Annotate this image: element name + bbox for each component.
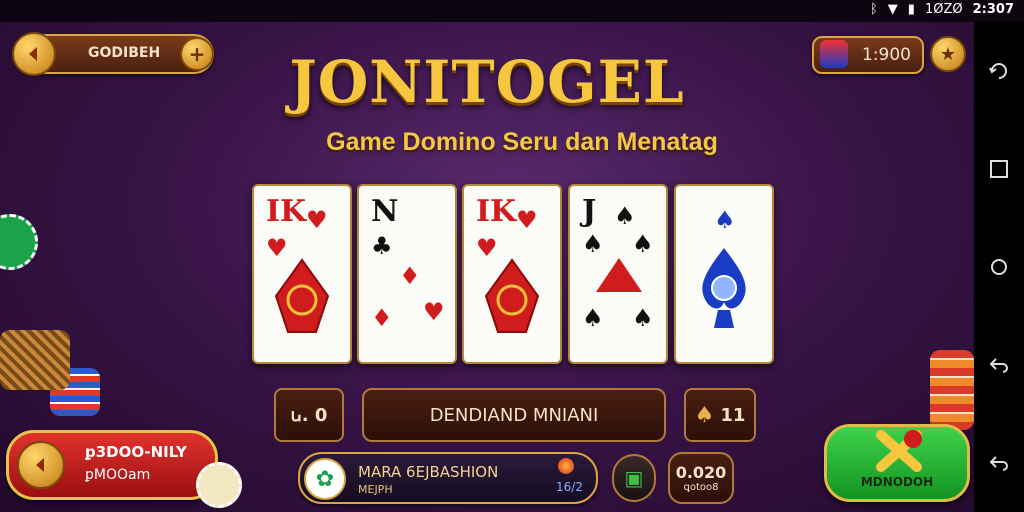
bet-left-box[interactable]: ꭎ. 0 <box>274 388 344 442</box>
battery-text: 1ØZØ <box>924 2 963 17</box>
wifi-icon: ▼ <box>887 2 898 17</box>
card-rank: IK <box>476 194 517 229</box>
card-emblem <box>596 258 642 292</box>
back-icon-2[interactable] <box>984 448 1014 478</box>
heart-icon: ♥ <box>306 206 328 234</box>
spade-icon: ♠ <box>614 202 636 230</box>
bet-right-box[interactable]: ♠ 11 <box>684 388 756 442</box>
player-badge: 16/2 <box>556 480 583 494</box>
basket-graphic <box>0 330 70 390</box>
play-button[interactable]: MDNODOH <box>824 424 970 502</box>
spade-icon: ♠ <box>582 230 604 258</box>
counter-box: 0.020 ꝗotoo8 <box>668 452 734 504</box>
game-title: JONITOGEL <box>289 48 685 116</box>
counter-sub: ꝗotoo8 <box>683 482 719 493</box>
playing-card-1[interactable]: IK ♥ ♥ <box>252 184 352 364</box>
battery-icon: ▮ <box>907 2 915 17</box>
center-action-label: DENDIAND MNIANI <box>429 404 599 426</box>
avatar: ✿ <box>304 458 346 500</box>
diamond-icon: ♦ <box>371 304 393 332</box>
gift-icon: ▣ <box>624 466 644 490</box>
spade-icon: ♠ <box>582 304 604 332</box>
card-rank: N <box>371 194 399 229</box>
rotate-icon[interactable] <box>984 56 1014 86</box>
playing-card-4[interactable]: J ♠ ♠ ♠ ♠ ♠ <box>568 184 668 364</box>
clock: 2:307 <box>972 2 1014 17</box>
playing-card-5[interactable]: ♠ <box>674 184 774 364</box>
bet-left-value: ꭎ. 0 <box>290 405 328 426</box>
recents-icon[interactable] <box>984 154 1014 184</box>
back-icon[interactable] <box>984 350 1014 380</box>
spade-icon: ♠ <box>632 230 654 258</box>
diamond-icon: ♦ <box>399 262 421 290</box>
game-subtitle: Game Domino Seru dan Menatag <box>326 128 718 156</box>
gift-box-button[interactable]: ▣ <box>612 454 656 502</box>
bottom-left-line1: ꝑ3DOO-NILY <box>85 443 187 461</box>
play-button-label: MDNODOH <box>860 475 934 489</box>
spade-icon: ♠ <box>714 206 736 234</box>
player-info-pill[interactable]: ✿ MARA 6EJBASHION MEJPH 16/2 <box>298 452 598 504</box>
card-emblem <box>274 258 330 333</box>
bluetooth-icon: ᛒ <box>869 2 878 17</box>
spade-icon: ♠ <box>694 402 715 428</box>
spade-icon: ♠ <box>632 304 654 332</box>
playing-card-3[interactable]: IK ♥ ♥ <box>462 184 562 364</box>
card-emblem <box>484 258 540 333</box>
playing-card-2[interactable]: N ♣ ♦ ♦ ♥ <box>357 184 457 364</box>
card-rank: J <box>582 194 597 229</box>
system-nav-bar <box>974 22 1024 512</box>
gem-icon <box>558 458 574 474</box>
player-sub: MEJPH <box>358 483 393 496</box>
back-arrow-button[interactable] <box>17 441 65 489</box>
club-icon: ♣ <box>371 232 393 260</box>
poker-chip <box>196 462 242 508</box>
bottom-left-line2: ꝑMOOam <box>85 467 151 483</box>
card-rank: IK <box>266 194 307 229</box>
bottom-left-button[interactable]: ꝑ3DOO-NILY ꝑMOOam <box>6 430 218 500</box>
center-action-bar[interactable]: DENDIAND MNIANI <box>362 388 666 442</box>
status-bar: ᛒ ▼ ▮ 1ØZØ 2:307 <box>0 0 1024 22</box>
poker-chip <box>0 214 38 270</box>
heart-icon: ♥ <box>423 298 445 326</box>
refresh-icon[interactable] <box>984 252 1014 282</box>
x-mark-icon <box>876 430 922 472</box>
bet-right-value: 11 <box>720 404 746 426</box>
poker-chip-stack <box>930 350 974 430</box>
counter-value: 0.020 <box>675 463 727 482</box>
heart-icon: ♥ <box>516 206 538 234</box>
card-emblem <box>702 248 746 328</box>
player-name: MARA 6EJBASHION <box>358 463 499 481</box>
